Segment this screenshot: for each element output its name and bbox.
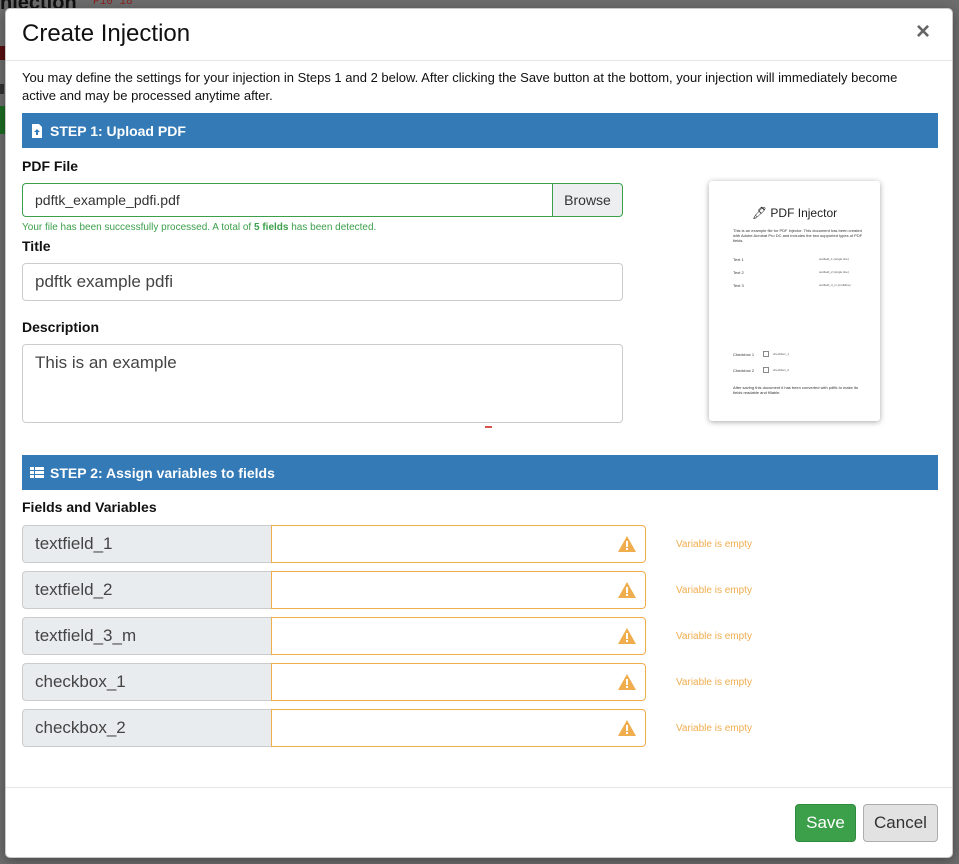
variable-input[interactable] (271, 525, 646, 563)
save-button[interactable]: Save (795, 804, 856, 842)
fields-variables-label: Fields and Variables (22, 499, 157, 515)
variable-input[interactable] (271, 709, 646, 747)
title-input[interactable]: pdftk example pdfi (22, 263, 623, 301)
step2-header: STEP 2: Assign variables to fields (22, 455, 938, 490)
browse-button[interactable]: Browse (552, 183, 623, 217)
variable-input[interactable] (271, 571, 646, 609)
variable-input[interactable] (271, 663, 646, 701)
preview-title: 🖋 PDF Injector (751, 206, 838, 220)
pdf-file-label: PDF File (22, 158, 79, 174)
preview-field-label: Text 2 (733, 270, 744, 275)
preview-checkbox-label: Checkbox 2 (733, 368, 755, 373)
warning-icon (618, 674, 636, 690)
background-mark (0, 84, 4, 94)
preview-checkbox-value: checkbox_1 (773, 352, 790, 356)
warning-icon (618, 628, 636, 644)
variable-empty-help: Variable is empty (676, 539, 752, 550)
preview-intro: This is an example file for PDF Injector… (733, 228, 863, 243)
preview-field-value: textfield_2 (single line) (819, 270, 849, 274)
file-upload-icon (32, 123, 42, 138)
field-name: textfield_1 (22, 525, 271, 563)
modal-footer: Save Cancel (6, 787, 952, 859)
variable-empty-help: Variable is empty (676, 723, 752, 734)
preview-checkbox-label: Checkbox 1 (733, 352, 755, 357)
preview-checkbox-value: checkbox_2 (773, 368, 790, 372)
warning-icon (618, 720, 636, 736)
pdf-file-picker: pdftk_example_pdfi.pdf Browse (22, 183, 623, 217)
variable-empty-help: Variable is empty (676, 631, 752, 642)
preview-field-value: textfield_1 (single line) (819, 257, 849, 261)
pdf-file-input[interactable]: pdftk_example_pdfi.pdf (22, 183, 552, 217)
variable-input[interactable] (271, 617, 646, 655)
field-variable-row: textfield_1 (22, 525, 646, 563)
preview-field-label: Text 1 (733, 257, 744, 262)
table-icon (30, 466, 44, 478)
modal-header: Create Injection × (6, 9, 952, 61)
resize-marker (485, 426, 492, 428)
pdf-preview-thumbnail: 🖋 PDF Injector This is an example file f… (709, 181, 880, 421)
preview-checkbox (763, 351, 769, 357)
warning-icon (618, 536, 636, 552)
title-label: Title (22, 238, 51, 254)
field-name: checkbox_2 (22, 709, 271, 747)
intro-text: You may define the settings for your inj… (22, 70, 898, 103)
field-count: 5 fields (254, 222, 289, 233)
description-label: Description (22, 319, 100, 335)
variable-empty-help: Variable is empty (676, 585, 752, 596)
close-icon[interactable]: × (914, 20, 932, 44)
preview-footer: After saving this document it has been c… (733, 385, 858, 395)
variable-empty-help: Variable is empty (676, 677, 752, 688)
modal-title: Create Injection (22, 20, 191, 47)
preview-field-value: textfield_3_m (multiline) (819, 283, 851, 287)
description-textarea[interactable]: This is an example (22, 344, 623, 423)
cancel-button[interactable]: Cancel (863, 804, 938, 842)
field-variable-row: textfield_3_m (22, 617, 646, 655)
step1-header: STEP 1: Upload PDF (22, 113, 938, 148)
field-variable-row: textfield_2 (22, 571, 646, 609)
warning-icon (618, 582, 636, 598)
file-processed-help: Your file has been successfully processe… (22, 222, 377, 233)
field-name: checkbox_1 (22, 663, 271, 701)
step1-title: STEP 1: Upload PDF (50, 122, 186, 139)
field-variable-row: checkbox_1 (22, 663, 646, 701)
background-code: P10 18 (93, 0, 133, 8)
preview-checkbox (763, 367, 769, 373)
create-injection-modal: Create Injection × You may define the se… (5, 8, 953, 858)
preview-field-label: Text 3 (733, 283, 744, 288)
step2-title: STEP 2: Assign variables to fields (50, 464, 275, 481)
field-variable-row: checkbox_2 (22, 709, 646, 747)
field-name: textfield_2 (22, 571, 271, 609)
field-name: textfield_3_m (22, 617, 271, 655)
